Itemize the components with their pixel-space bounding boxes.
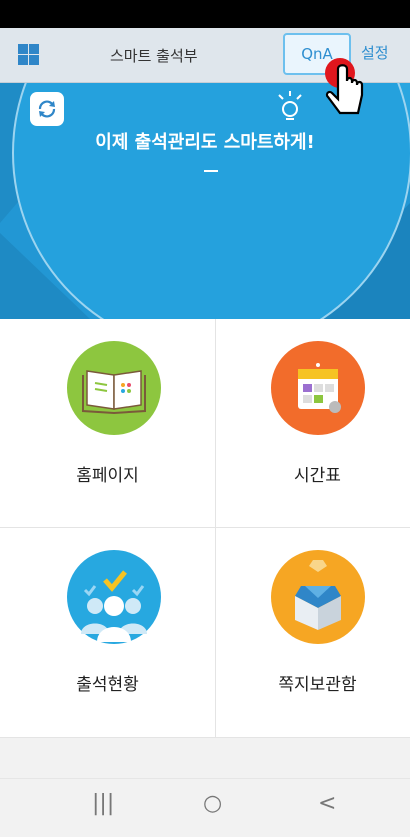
refresh-button[interactable] xyxy=(30,92,64,126)
grid-footer-space xyxy=(0,738,410,778)
grid-icon xyxy=(18,44,28,54)
book-icon xyxy=(67,341,161,435)
menu-message-box[interactable]: 쪽지보관함 xyxy=(205,528,410,737)
calendar-icon xyxy=(271,341,365,435)
page-title: 스마트 출석부 xyxy=(110,47,198,65)
system-nav-bar: ||| ○ < xyxy=(0,778,410,837)
menu-attendance-label: 출석현황 xyxy=(76,675,139,695)
grid-divider-vertical xyxy=(215,319,216,737)
grid-menu-button[interactable] xyxy=(12,38,44,70)
envelope-box-icon xyxy=(271,550,365,644)
people-check-icon xyxy=(67,550,161,644)
back-button[interactable]: < xyxy=(318,791,336,816)
menu-homepage[interactable]: 홈페이지 xyxy=(0,319,205,528)
menu-message-box-label: 쪽지보관함 xyxy=(278,675,357,695)
menu-homepage-label: 홈페이지 xyxy=(76,466,139,486)
grid-divider-horizontal xyxy=(0,527,410,528)
home-button[interactable]: ○ xyxy=(203,791,222,816)
menu-timetable-label: 시간표 xyxy=(294,466,341,486)
slogan-divider xyxy=(204,170,218,172)
recent-apps-button[interactable]: ||| xyxy=(92,791,114,816)
hero-slogan: 이제 출석관리도 스마트하게! xyxy=(95,132,315,153)
lightbulb-icon xyxy=(278,91,302,120)
menu-timetable[interactable]: 시간표 xyxy=(205,319,410,528)
refresh-icon xyxy=(38,100,56,118)
menu-grid: 홈페이지 시간표 출석현황 쪽지보관함 xyxy=(0,319,410,737)
menu-attendance[interactable]: 출석현황 xyxy=(0,528,205,737)
pointer-cursor-icon xyxy=(325,58,364,115)
status-bar xyxy=(0,0,410,28)
